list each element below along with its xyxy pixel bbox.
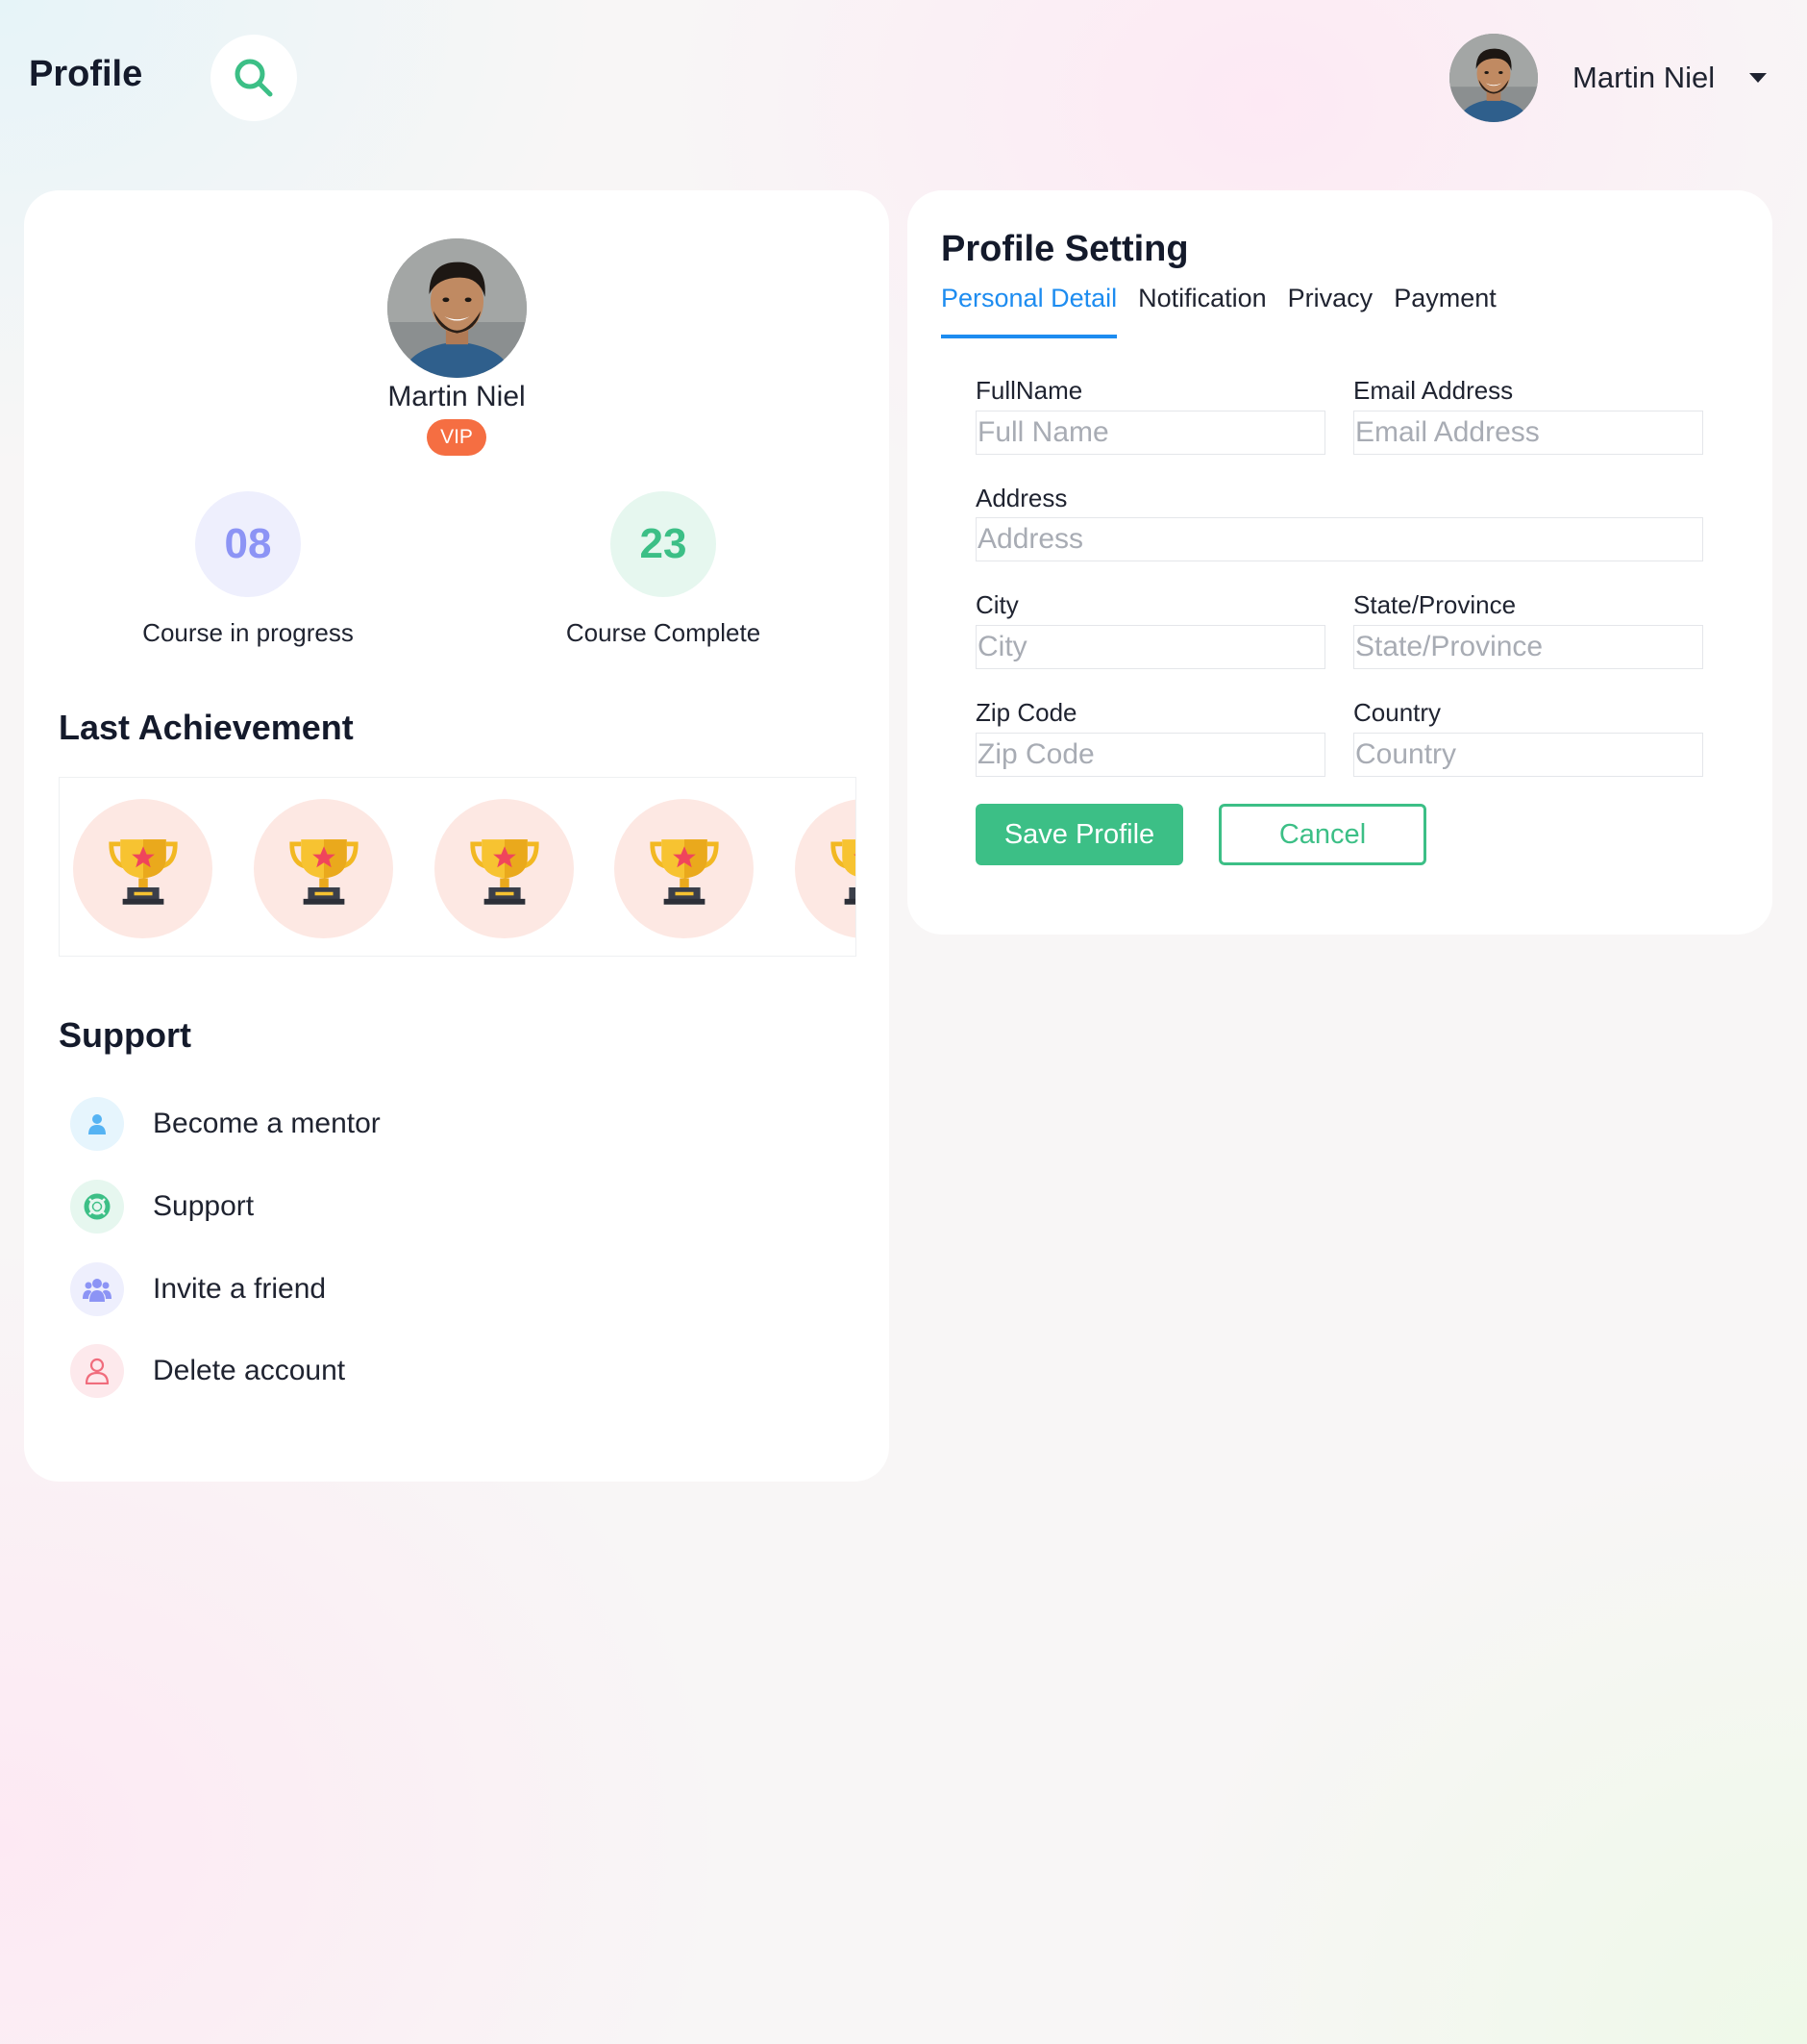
cancel-button[interactable]: Cancel xyxy=(1219,804,1426,865)
profile-name: Martin Niel xyxy=(387,381,526,412)
trophy-icon xyxy=(468,833,541,906)
page-title: Profile xyxy=(29,54,143,94)
stat-value: 23 xyxy=(610,491,716,597)
support-item-delete-account[interactable]: Delete account xyxy=(70,1344,345,1398)
vip-badge: VIP xyxy=(427,419,486,456)
email-label: Email Address xyxy=(1353,376,1514,405)
users-icon xyxy=(70,1262,124,1316)
address-input[interactable] xyxy=(976,517,1703,561)
support-item-label: Become a mentor xyxy=(153,1108,381,1139)
tab-notification[interactable]: Notification xyxy=(1138,284,1267,338)
support-item-label: Delete account xyxy=(153,1355,346,1386)
last-achievement-title: Last Achievement xyxy=(59,708,354,747)
trophy-icon xyxy=(107,833,180,906)
achievement-carousel[interactable] xyxy=(59,777,856,957)
profile-card: Martin Niel VIP 08 Course in progress 23… xyxy=(24,190,889,1482)
achievement-item[interactable] xyxy=(614,799,754,938)
avatar[interactable] xyxy=(1449,34,1538,122)
achievement-item[interactable] xyxy=(254,799,393,938)
city-input[interactable] xyxy=(976,625,1325,669)
fullname-label: FullName xyxy=(976,376,1083,405)
support-item-label: Invite a friend xyxy=(153,1273,327,1305)
country-input[interactable] xyxy=(1353,733,1703,777)
profile-setting-title: Profile Setting xyxy=(941,229,1189,269)
tab-privacy[interactable]: Privacy xyxy=(1288,284,1374,338)
country-label: Country xyxy=(1353,698,1442,727)
achievement-item[interactable] xyxy=(73,799,212,938)
support-item-label: Support xyxy=(153,1190,255,1222)
top-header: Profile Martin Niel xyxy=(0,0,1807,154)
user-remove-icon xyxy=(70,1344,124,1398)
lifebuoy-icon xyxy=(70,1180,124,1234)
settings-tabs: Personal Detail Notification Privacy Pay… xyxy=(941,284,1518,338)
state-label: State/Province xyxy=(1353,590,1517,619)
support-item-invite-friend[interactable]: Invite a friend xyxy=(70,1262,326,1316)
header-user-name: Martin Niel xyxy=(1572,61,1716,94)
achievement-item[interactable] xyxy=(795,799,857,938)
state-input[interactable] xyxy=(1353,625,1703,669)
zip-label: Zip Code xyxy=(976,698,1077,727)
support-item-become-mentor[interactable]: Become a mentor xyxy=(70,1097,381,1151)
tab-personal-detail[interactable]: Personal Detail xyxy=(941,284,1118,338)
stat-label: Course in progress xyxy=(142,618,354,647)
stat-label: Course Complete xyxy=(565,618,761,647)
support-item-support[interactable]: Support xyxy=(70,1180,254,1234)
profile-avatar xyxy=(387,238,527,378)
stat-course-in-progress: 08 Course in progress xyxy=(104,491,392,648)
trophy-icon xyxy=(829,833,857,906)
chevron-down-icon[interactable] xyxy=(1749,73,1768,83)
city-label: City xyxy=(976,590,1019,619)
achievement-item[interactable] xyxy=(434,799,574,938)
fullname-input[interactable] xyxy=(976,411,1325,455)
search-icon xyxy=(235,59,273,97)
stat-course-complete: 23 Course Complete xyxy=(519,491,807,648)
address-label: Address xyxy=(976,484,1068,512)
search-button[interactable] xyxy=(210,35,297,121)
trophy-icon xyxy=(648,833,721,906)
profile-setting-card: Profile Setting Personal Detail Notifica… xyxy=(907,190,1772,935)
trophy-icon xyxy=(287,833,360,906)
save-profile-button[interactable]: Save Profile xyxy=(976,804,1183,865)
zip-input[interactable] xyxy=(976,733,1325,777)
stat-value: 08 xyxy=(195,491,301,597)
email-input[interactable] xyxy=(1353,411,1703,455)
user-icon xyxy=(70,1097,124,1151)
tab-payment[interactable]: Payment xyxy=(1394,284,1497,338)
user-menu[interactable]: Martin Niel xyxy=(1449,34,1768,122)
support-title: Support xyxy=(59,1015,191,1055)
